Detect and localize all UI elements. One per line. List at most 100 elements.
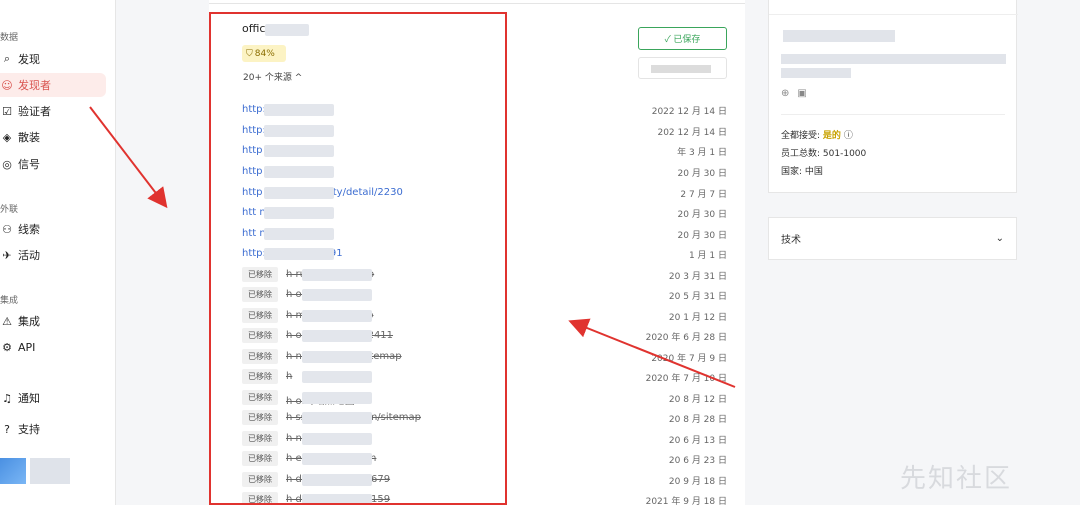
section-label-data: 数据 [0,33,19,43]
sidebar-item-notifications[interactable]: ♫ 通知 [0,386,106,410]
source-row: http:// it. node/2391 1 月 1 日 [242,245,732,263]
sidebar-item-label: 支持 [18,423,40,436]
sidebar-item-finder[interactable]: ☺ 发现者 [0,73,106,97]
gear-icon: ⚙ [2,340,12,354]
email-redaction [265,24,309,36]
source-date: 2022 12 月 14 日 [651,107,727,117]
sidebar-item-label: 信号 [18,158,40,171]
source-date: 20 8 月 28 日 [668,415,727,425]
tech-label: 技术 [781,235,801,246]
watermark: 先知社区 [900,464,1013,494]
source-row: 已移除h ssmccluney.com/sitemap20 8 月 28 日 [242,409,732,427]
section-label-integration: 集成 [0,296,19,306]
removed-tag: 已移除 [242,431,278,446]
sources-toggle[interactable]: 20+ 个来源 ^ [243,70,302,83]
source-date: 2 7 月 7 日 [680,190,727,200]
source-row: 已移除h esbermuda.com20 6 月 23 日 [242,450,732,468]
source-date: 20 6 月 23 日 [668,456,727,466]
source-date: 20 6 月 13 日 [668,436,727,446]
url-redaction [264,248,334,260]
source-row: 已移除h or.com/info/1324112020 年 6 月 28 日 [242,327,732,345]
url-redaction [264,125,334,137]
removed-tag: 已移除 [242,308,278,323]
source-row: 已移除 h 2020 年 7 月 10 日 [242,368,732,386]
url-redaction [302,289,372,301]
sidebar-item-label: 发现者 [18,79,51,92]
country-label: 国家: [781,167,803,177]
tech-accordion[interactable]: 技术 ⌄ [768,217,1017,260]
url-redaction [264,166,334,178]
globe-icon[interactable]: ⊕ [781,88,789,99]
removed-tag: 已移除 [242,390,278,405]
url-redaction [302,269,372,281]
card-divider [769,14,1018,15]
company-name-redacted [783,30,895,42]
source-row: http /web/university/detail/2230 2 7 月 7 … [242,184,732,202]
source-date: 20 月 30 日 [677,169,728,179]
source-row: 已移除h d.com/info/1431592021 年 9 月 18 日 [242,491,732,505]
url-redaction [302,371,372,383]
source-row: http: 202 12 月 14 日 [242,122,732,140]
sidebar-item-leads[interactable]: ⚇ 线索 [0,217,106,241]
shield-icon: ⛉ [246,48,253,59]
url-redaction [302,433,372,445]
user-name-redacted [30,458,70,484]
url-redaction [302,310,372,322]
employees-label: 员工总数: [781,149,821,159]
sidebar-item-label: API [18,340,36,354]
accept-all-row: 全都接受: 是的 ⓘ [781,128,853,141]
linkedin-icon[interactable]: ▣ [797,88,806,99]
company-desc-redacted [781,68,851,78]
chevron-down-icon: ⌄ [995,233,1004,244]
sidebar-item-support[interactable]: ? 支持 [0,417,106,441]
source-row: 已移除 h om 20 5 月 31 日 [242,286,732,304]
section-label-outreach: 外联 [0,205,19,215]
bell-icon: ♫ [2,391,12,405]
company-desc-redacted [781,54,1006,64]
info-icon[interactable]: ⓘ [844,131,853,141]
sidebar-item-label: 发现 [18,53,40,66]
company-card: ⊕ ▣ 全都接受: 是的 ⓘ 员工总数: 501-1000 国家: 中国 [768,0,1018,193]
score-value: 84% [254,48,275,59]
url-redaction [302,412,372,424]
source-date: 1 月 1 日 [688,251,727,261]
company-links: ⊕ ▣ [781,88,807,99]
url-redaction [302,453,372,465]
sidebar-item-label: 散装 [18,131,40,144]
sidebar-item-signal[interactable]: ◎ 信号 [0,152,106,176]
source-date: 2020 年 7 月 10 日 [645,374,727,384]
sidebar-item-bulk[interactable]: ◈ 散装 [0,125,106,149]
source-date: 20 5 月 31 日 [668,292,727,302]
search-people-icon: ⌕ [3,52,11,65]
source-date: 20 9 月 18 日 [668,477,727,487]
source-date: 20 3 月 31 日 [668,272,727,282]
url-redaction [264,145,334,157]
url-redaction [302,494,372,505]
employees-value: 501-1000 [822,149,867,159]
source-row: http: uestbook.do2022 12 月 14 日 [242,101,732,119]
removed-tag: 已移除 [242,492,278,505]
url-redaction [302,330,372,342]
source-row: htt node/239220 月 30 日 [242,204,732,222]
source-date: 20 8 月 12 日 [668,395,727,405]
sidebar-item-integration[interactable]: ⚠ 集成 [0,309,106,333]
redacted-button[interactable] [638,57,727,79]
source-row: 已移除h d.com/info/14367920 9 月 18 日 [242,471,732,489]
source-row: 已移除h n.cc20 6 月 13 日 [242,430,732,448]
user-avatar-block[interactable] [0,458,75,484]
source-date: 20 1 月 12 日 [668,313,727,323]
removed-tag: 已移除 [242,349,278,364]
sidebar-item-api[interactable]: ⚙ API [0,335,106,359]
source-url[interactable]: http: [242,125,266,136]
sidebar-item-campaign[interactable]: ✈ 活动 [0,243,106,267]
sidebar-item-label: 验证者 [18,105,51,118]
accept-all-label: 全都接受: [781,131,821,141]
saved-button[interactable]: ✓ 已保存 [638,27,727,50]
source-url: h [286,371,293,382]
signal-icon: ◎ [2,157,12,171]
sidebar-item-discover[interactable]: ⌕ 发现 [0,47,106,71]
score-badge: ⛉ 84% [242,45,286,62]
source-row: http nfo/14546020 月 30 日 [242,163,732,181]
sidebar-item-verifier[interactable]: ☑ 验证者 [0,99,106,123]
employees-row: 员工总数: 501-1000 [781,146,866,159]
